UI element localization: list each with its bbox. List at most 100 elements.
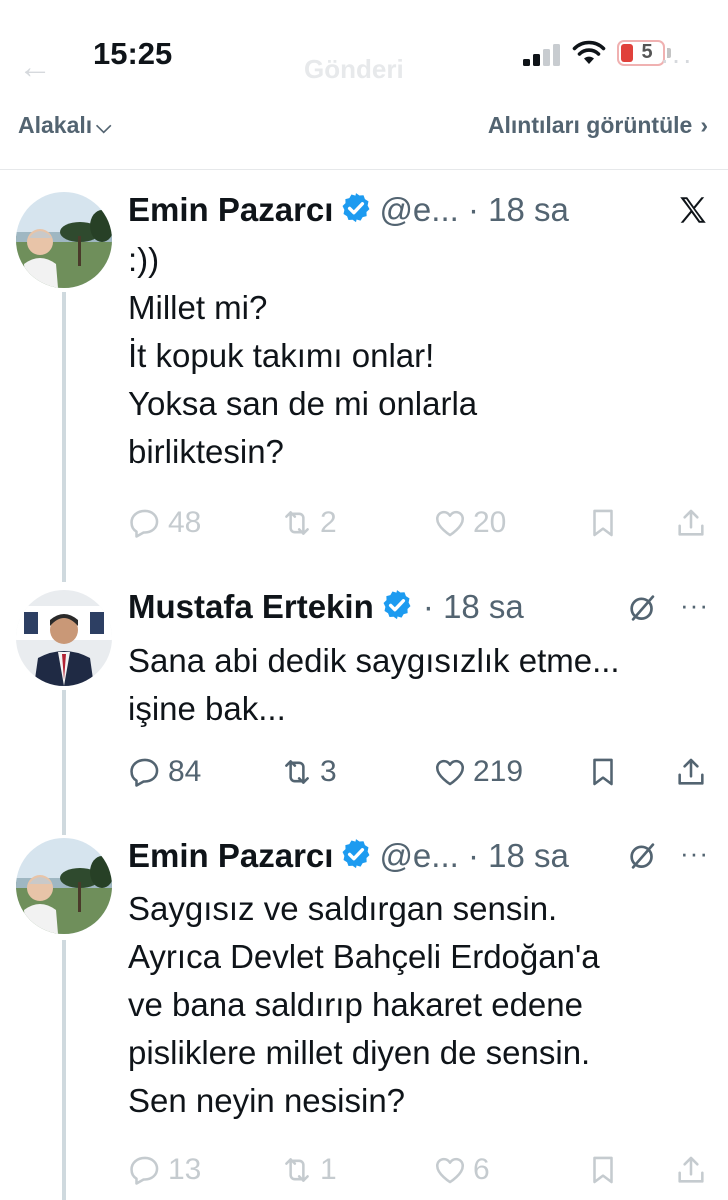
reply-button[interactable]: 13: [128, 1150, 201, 1190]
separator-dot: ·: [458, 837, 489, 874]
author-name[interactable]: Emin Pazarcı: [128, 191, 333, 228]
tweet-time[interactable]: 18 sa: [443, 588, 524, 625]
author-handle[interactable]: @e...: [379, 837, 458, 874]
tweet-line: pisliklere millet diyen de sensin.: [128, 1034, 591, 1071]
reply-icon: [130, 509, 159, 538]
chevron-down-icon: ⌵: [96, 116, 112, 138]
author-name[interactable]: Mustafa Ertekin: [128, 588, 374, 625]
author-name[interactable]: Emin Pazarcı: [128, 837, 333, 874]
bookmark-icon: [593, 758, 613, 786]
tweet-line: Sen neyin nesisin?: [128, 1082, 406, 1119]
like-count: 219: [473, 755, 524, 788]
heart-icon: [435, 1157, 465, 1184]
more-icon[interactable]: ···: [680, 838, 709, 869]
tweet-line: Yoksa san de mi onlarla: [128, 385, 478, 422]
like-button[interactable]: 6: [433, 1150, 490, 1190]
grok-icon[interactable]: [626, 591, 660, 625]
tweet-text: Saygısız ve saldırgan sensin. Ayrıca Dev…: [128, 885, 718, 1125]
share-icon: [678, 758, 704, 785]
share-button[interactable]: [674, 752, 708, 792]
thread-line: [62, 940, 66, 1200]
verified-badge-icon: [342, 839, 370, 869]
like-count: 20: [473, 506, 507, 539]
avatar[interactable]: [16, 590, 112, 686]
chevron-right-icon: ›: [700, 112, 708, 138]
wifi-icon: [572, 40, 606, 64]
author-handle[interactable]: @e...: [379, 191, 458, 228]
back-arrow-icon[interactable]: ←: [18, 48, 52, 87]
status-time: 15:25: [93, 36, 173, 71]
tweet-time[interactable]: 18 sa: [488, 191, 569, 228]
tweet-line: Saygısız ve saldırgan sensin.: [128, 890, 558, 927]
battery-icon: 5: [617, 40, 665, 66]
bookmark-icon: [593, 509, 613, 537]
view-quotes-link[interactable]: Alıntıları görüntüle ›: [488, 112, 708, 139]
tweet-line: Sana abi dedik saygısızlık etme...: [128, 642, 620, 679]
heart-icon: [435, 759, 465, 786]
retweet-button[interactable]: 2: [280, 503, 337, 543]
grok-icon[interactable]: [626, 839, 660, 873]
retweet-count: 2: [320, 506, 337, 539]
retweet-button[interactable]: 1: [280, 1150, 337, 1190]
share-icon: [678, 1156, 704, 1183]
tweet-line: Ayrıca Devlet Bahçeli Erdoğan'a: [128, 938, 600, 975]
retweet-icon: [285, 760, 309, 784]
tweet-line: İt kopuk takımı onlar!: [128, 337, 435, 374]
reply-count: 48: [168, 506, 202, 539]
separator-dot: ·: [458, 191, 489, 228]
like-button[interactable]: 20: [433, 503, 506, 543]
bookmark-icon: [593, 1156, 613, 1184]
tweet-time[interactable]: 18 sa: [488, 837, 569, 874]
tweet-line: birliktesin?: [128, 433, 284, 470]
tweet-actions: 13 1 6: [128, 1150, 718, 1190]
sort-label: Alakalı: [18, 112, 93, 138]
share-button[interactable]: [674, 503, 708, 543]
x-logo-icon[interactable]: [676, 193, 710, 227]
tweet-line: işine bak...: [128, 690, 286, 727]
reply-button[interactable]: 84: [128, 752, 201, 792]
tweet-line: ve bana saldırıp hakaret edene: [128, 986, 583, 1023]
separator-dot: ·: [413, 588, 444, 625]
tweet-header: Emin Pazarcı @e... · 18 sa: [128, 836, 569, 876]
retweet-icon: [285, 1158, 309, 1182]
nav-title: Gönderi: [304, 54, 404, 84]
avatar[interactable]: [16, 192, 112, 288]
tweet-header: Mustafa Ertekin · 18 sa: [128, 587, 524, 627]
reply-icon: [130, 1156, 159, 1185]
share-button[interactable]: [674, 1150, 708, 1190]
bookmark-button[interactable]: [586, 752, 620, 792]
reply-icon: [130, 758, 159, 787]
like-button[interactable]: 219: [433, 752, 523, 792]
status-bar: 15:25 ← Gönderi 5 ···: [0, 0, 728, 100]
tweet-actions: 48 2 20: [128, 503, 718, 543]
more-icon[interactable]: ···: [680, 590, 709, 621]
bookmark-button[interactable]: [586, 1150, 620, 1190]
tweet-actions: 84 3 219: [128, 752, 718, 792]
like-count: 6: [473, 1153, 490, 1186]
bookmark-button[interactable]: [586, 503, 620, 543]
tweet-line: Millet mi?: [128, 289, 268, 326]
tweet-header: Emin Pazarcı @e... · 18 sa: [128, 190, 569, 230]
reply-button[interactable]: 48: [128, 503, 201, 543]
replies-filter-row: Alakalı ⌵ Alıntıları görüntüle ›: [0, 100, 728, 170]
verified-badge-icon: [342, 193, 370, 223]
retweet-count: 3: [320, 755, 337, 788]
share-icon: [678, 509, 704, 536]
tweet-line: :)): [128, 241, 160, 278]
avatar[interactable]: [16, 838, 112, 934]
header-more-icon[interactable]: ···: [660, 44, 694, 76]
cellular-signal-icon: [523, 44, 560, 66]
verified-badge-icon: [383, 590, 411, 620]
tweet-text: Sana abi dedik saygısızlık etme... işine…: [128, 637, 718, 733]
thread-line: [62, 690, 66, 835]
battery-level: 5: [641, 41, 653, 63]
sort-dropdown[interactable]: Alakalı ⌵: [18, 112, 111, 139]
retweet-button[interactable]: 3: [280, 752, 337, 792]
tweet-text: :)) Millet mi? İt kopuk takımı onlar! Yo…: [128, 236, 718, 476]
reply-count: 84: [168, 755, 202, 788]
heart-icon: [435, 510, 465, 537]
reply-count: 13: [168, 1153, 202, 1186]
retweet-count: 1: [320, 1153, 337, 1186]
view-quotes-label: Alıntıları görüntüle: [487, 112, 693, 138]
thread-line: [62, 292, 66, 582]
